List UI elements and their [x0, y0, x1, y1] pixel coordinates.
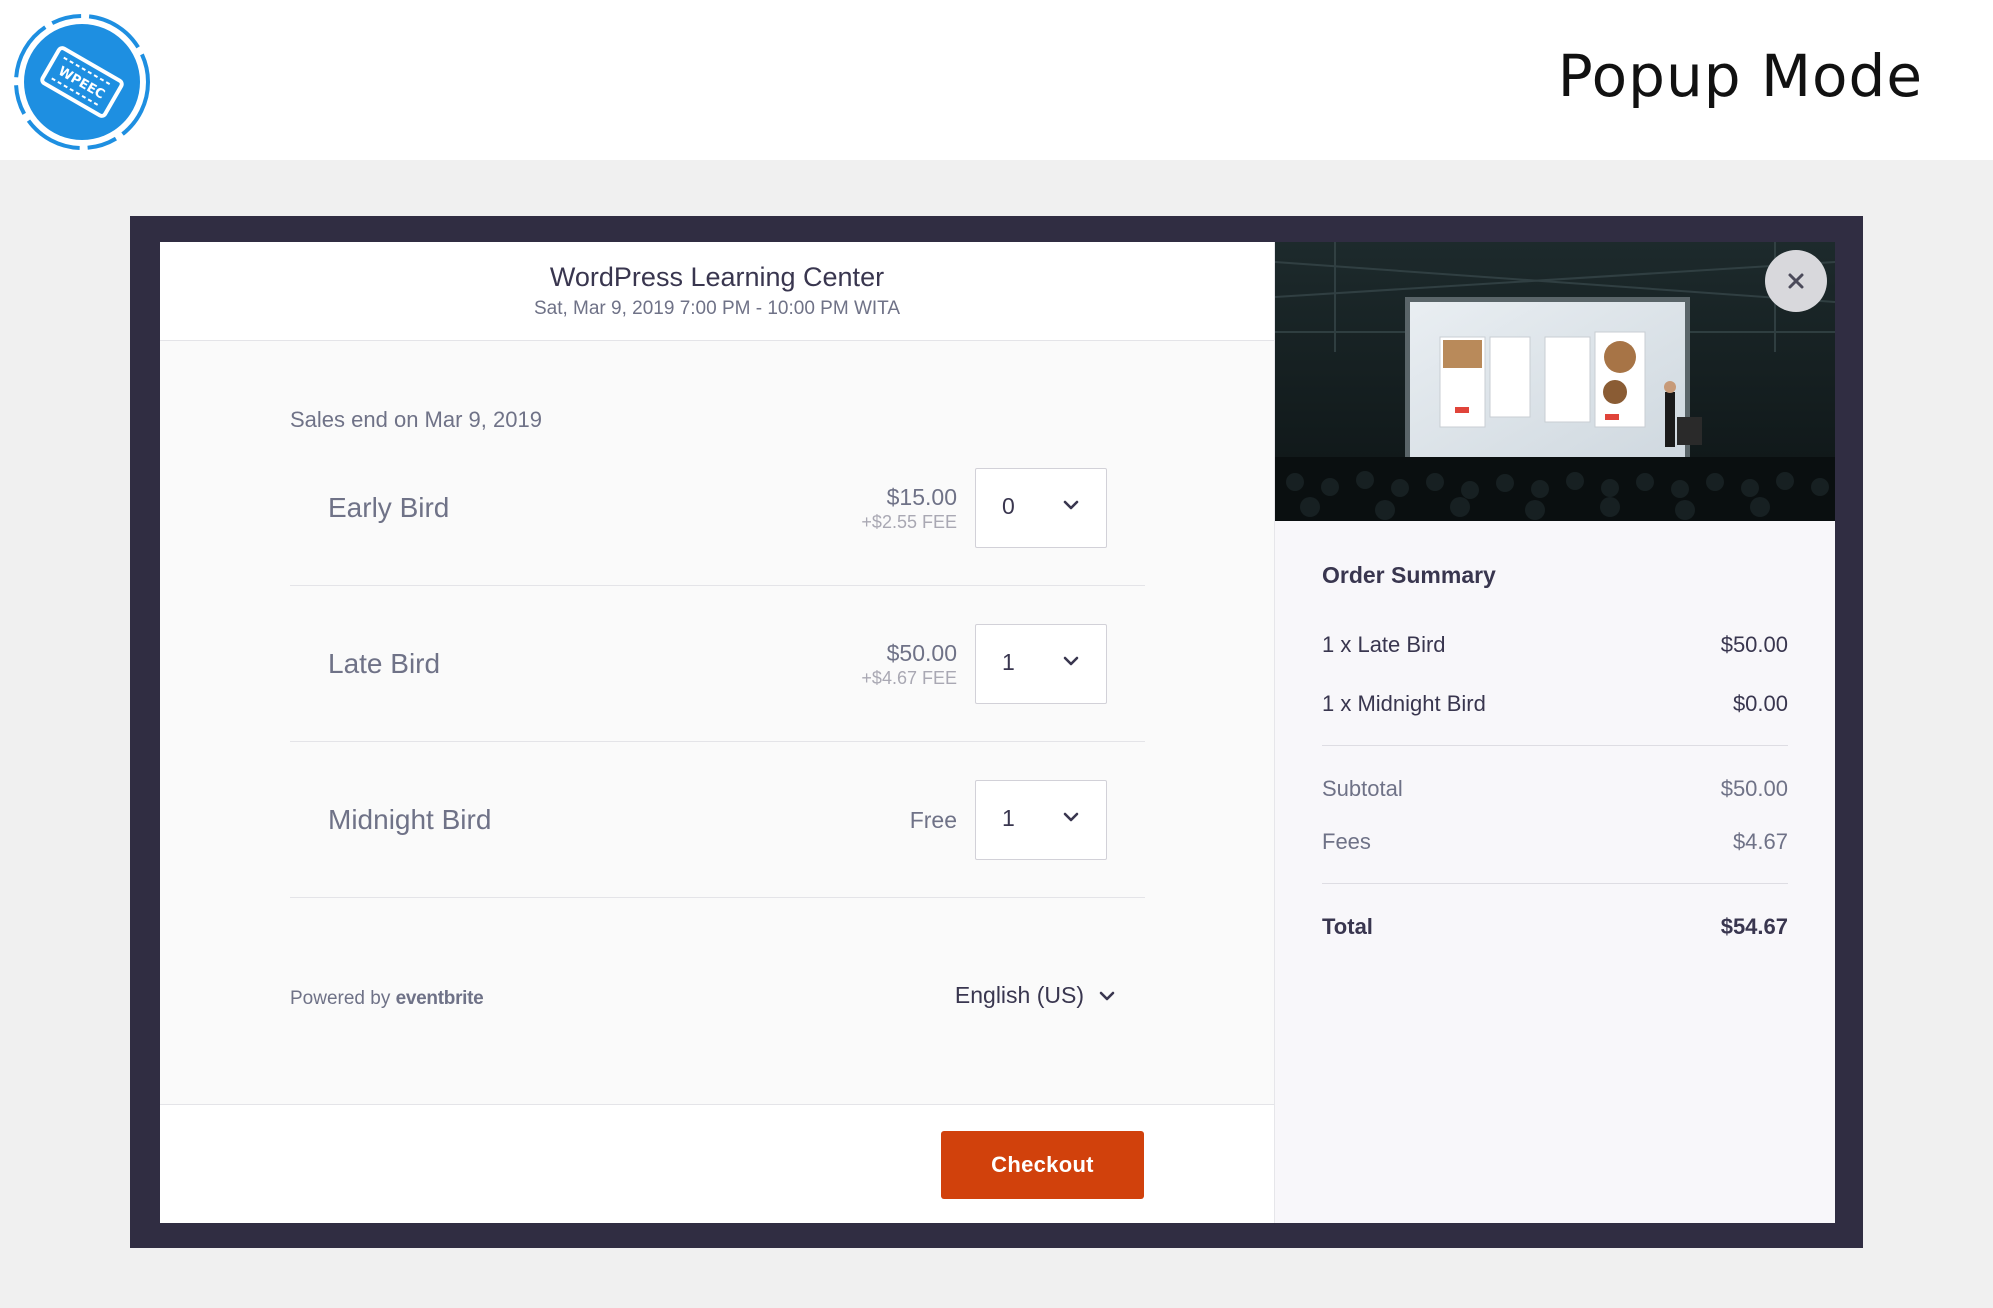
- chevron-down-icon: [1063, 656, 1079, 665]
- fees-amount: $4.67: [1732, 829, 1788, 854]
- ticket-logo-icon: WPEEC: [14, 14, 150, 150]
- close-icon: [1788, 273, 1804, 289]
- summary-fees: Fees $4.67: [1322, 829, 1788, 855]
- ticket-row-late-bird: Late Bird $50.00 +$4.67 FEE 1: [290, 586, 1145, 742]
- close-button[interactable]: [1765, 250, 1827, 312]
- order-summary-panel: Order Summary 1 x Late Bird $50.00 1 x M…: [1275, 242, 1835, 1223]
- chevron-down-icon: [1099, 991, 1115, 1000]
- quantity-select[interactable]: 1: [975, 623, 1107, 704]
- event-date: Sat, Mar 9, 2019 7:00 PM - 10:00 PM WITA: [533, 298, 901, 319]
- ticket-selection-panel: WordPress Learning Center Sat, Mar 9, 20…: [160, 242, 1275, 1223]
- ticket-price: $15.00 +$2.55 FEE: [861, 483, 957, 533]
- chevron-down-icon: [1063, 812, 1079, 821]
- fees-label: Fees: [1322, 829, 1371, 854]
- language-select[interactable]: English (US): [955, 982, 1116, 1009]
- price-fee: +$2.55 FEE: [861, 511, 957, 532]
- ticket-price: Free: [910, 806, 957, 834]
- eventbrite-brand[interactable]: eventbrite: [396, 988, 484, 1009]
- price-amount: Free: [909, 806, 957, 833]
- price-amount: $15.00: [886, 483, 957, 510]
- checkout-button[interactable]: Checkout: [941, 1131, 1144, 1199]
- ticket-name: Midnight Bird: [328, 803, 492, 835]
- summary-divider: [1322, 745, 1788, 746]
- line-item-label: 1 x Midnight Bird: [1322, 691, 1486, 716]
- ticket-row-early-bird: Early Bird $15.00 +$2.55 FEE 0: [290, 430, 1145, 586]
- subtotal-amount: $50.00: [1720, 776, 1788, 801]
- event-stage-image: [1275, 242, 1835, 521]
- language-label: English (US): [954, 982, 1084, 1008]
- powered-by: Powered by eventbrite: [290, 988, 484, 1010]
- summary-total: Total $54.67: [1322, 914, 1788, 940]
- price-fee: +$4.67 FEE: [861, 667, 957, 688]
- subtotal-label: Subtotal: [1322, 776, 1403, 801]
- quantity-value: 0: [1002, 492, 1015, 519]
- line-item-amount: $0.00: [1732, 691, 1788, 716]
- quantity-select[interactable]: 0: [975, 467, 1107, 548]
- powered-by-prefix: Powered by: [290, 988, 391, 1009]
- checkout-footer: Checkout: [160, 1104, 1274, 1223]
- event-title: WordPress Learning Center: [549, 262, 885, 292]
- quantity-value: 1: [1002, 804, 1015, 831]
- quantity-select[interactable]: 1: [975, 779, 1107, 860]
- summary-line-item: 1 x Late Bird $50.00: [1322, 632, 1788, 658]
- event-header: WordPress Learning Center Sat, Mar 9, 20…: [160, 242, 1274, 341]
- total-label: Total: [1322, 914, 1373, 939]
- ticket-name: Late Bird: [328, 647, 441, 679]
- quantity-value: 1: [1002, 648, 1015, 675]
- summary-divider: [1322, 883, 1788, 884]
- top-bar: WPEEC Popup Mode: [0, 0, 1993, 160]
- order-summary-title: Order Summary: [1322, 562, 1496, 588]
- ticket-name: Early Bird: [328, 491, 450, 523]
- line-item-label: 1 x Late Bird: [1322, 632, 1446, 657]
- checkout-modal: WordPress Learning Center Sat, Mar 9, 20…: [160, 242, 1835, 1223]
- ticket-price: $50.00 +$4.67 FEE: [861, 639, 957, 689]
- summary-line-item: 1 x Midnight Bird $0.00: [1322, 691, 1788, 717]
- chevron-down-icon: [1063, 500, 1079, 509]
- line-item-amount: $50.00: [1720, 632, 1788, 657]
- summary-subtotal: Subtotal $50.00: [1322, 776, 1788, 802]
- price-amount: $50.00: [886, 639, 957, 666]
- page-title: Popup Mode: [1557, 42, 1923, 110]
- total-amount: $54.67: [1720, 914, 1788, 939]
- ticket-row-midnight-bird: Midnight Bird Free 1: [290, 742, 1145, 898]
